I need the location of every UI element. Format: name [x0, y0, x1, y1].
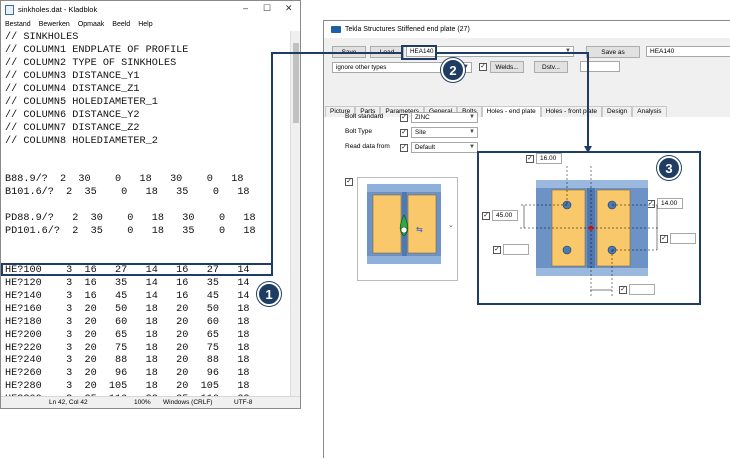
callout-badge-2: 2	[441, 58, 465, 82]
callout-badge-1: 1	[257, 282, 281, 306]
load-value-highlight	[401, 45, 437, 60]
end-plate-thumbnail: ⇆	[367, 184, 441, 264]
svg-text:⇆: ⇆	[416, 225, 423, 234]
callout-badge-3: 3	[657, 156, 681, 180]
